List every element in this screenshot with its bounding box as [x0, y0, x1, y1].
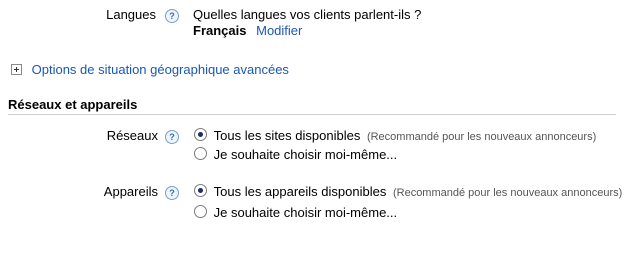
- devices-option-custom-label: Je souhaite choisir moi-même...: [213, 205, 398, 220]
- radio-all-devices[interactable]: [194, 184, 207, 197]
- languages-help-icon[interactable]: ?: [165, 9, 179, 23]
- radio-choose-devices[interactable]: [194, 205, 207, 218]
- devices-option-all-note: (Recommandé pour les nouveaux annonceurs…: [392, 187, 623, 199]
- networks-label: Réseaux: [106, 128, 158, 143]
- expand-plus-icon[interactable]: [11, 64, 22, 75]
- devices-option-all-label: Tous les appareils disponibles: [213, 184, 387, 199]
- devices-option-custom[interactable]: Je souhaite choisir moi-même...: [194, 205, 397, 220]
- networks-option-all[interactable]: Tous les sites disponibles (Recommandé p…: [194, 128, 596, 143]
- languages-label: Langues: [106, 7, 156, 22]
- languages-value: Français Modifier: [193, 23, 302, 38]
- devices-option-all[interactable]: Tous les appareils disponibles (Recomman…: [194, 184, 622, 199]
- advanced-location-toggle[interactable]: Options de situation géographique avancé…: [11, 62, 289, 78]
- languages-selected: Français: [193, 23, 247, 38]
- advanced-location-link[interactable]: Options de situation géographique avancé…: [32, 62, 289, 77]
- section-title-networks-devices: Réseaux et appareils: [8, 97, 138, 112]
- radio-choose-networks[interactable]: [194, 147, 207, 160]
- networks-help-icon[interactable]: ?: [165, 130, 179, 144]
- devices-label: Appareils: [103, 184, 158, 199]
- section-divider: [8, 114, 616, 115]
- languages-question: Quelles langues vos clients parlent-ils …: [193, 7, 422, 22]
- radio-all-sites[interactable]: [194, 128, 207, 141]
- networks-option-all-label: Tous les sites disponibles: [213, 128, 361, 143]
- devices-help-icon[interactable]: ?: [165, 186, 179, 200]
- modify-languages-link[interactable]: Modifier: [256, 23, 302, 38]
- networks-option-custom-label: Je souhaite choisir moi-même...: [213, 147, 398, 162]
- networks-option-custom[interactable]: Je souhaite choisir moi-même...: [194, 147, 397, 162]
- networks-option-all-note: (Recommandé pour les nouveaux annonceurs…: [366, 131, 597, 143]
